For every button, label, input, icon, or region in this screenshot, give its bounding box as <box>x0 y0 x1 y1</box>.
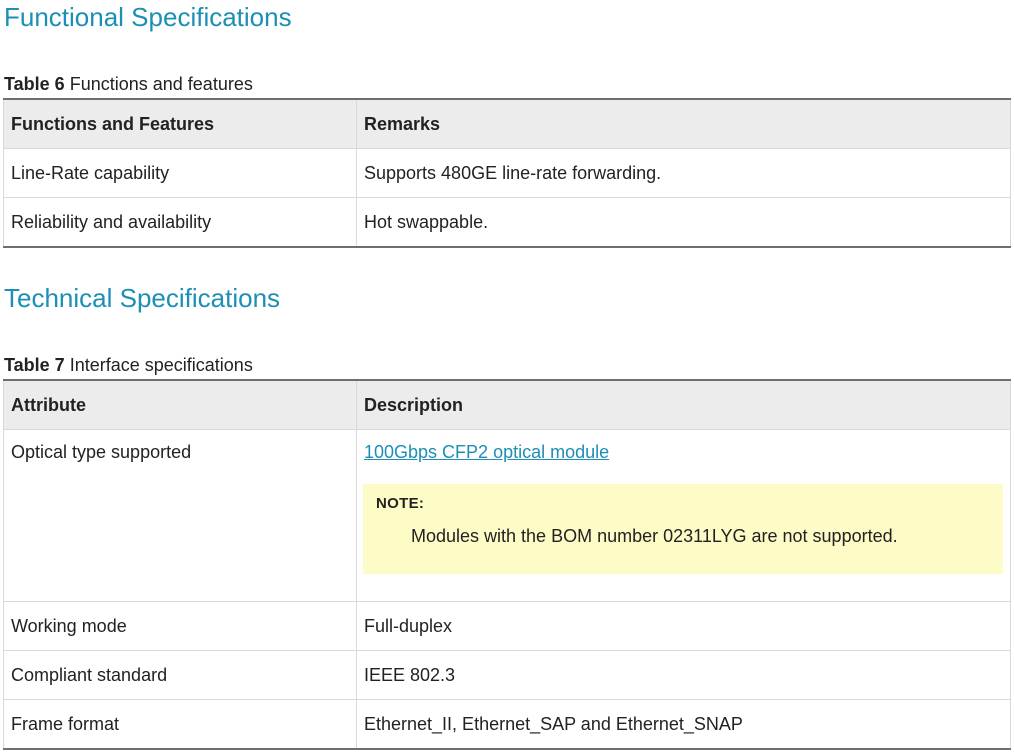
table-caption-number: Table 6 <box>4 74 65 94</box>
column-header: Remarks <box>356 98 1011 149</box>
table-cell: Frame format <box>3 699 357 750</box>
table-caption-number: Table 7 <box>4 355 65 375</box>
optical-module-link[interactable]: 100Gbps CFP2 optical module <box>364 442 609 462</box>
note-text: Modules with the BOM number 02311LYG are… <box>411 526 898 546</box>
functions-table: Functions and Features Remarks Line-Rate… <box>3 98 1011 248</box>
column-header: Description <box>356 379 1011 430</box>
table-row: Working mode Full-duplex <box>3 601 1011 651</box>
table-row: Frame format Ethernet_II, Ethernet_SAP a… <box>3 699 1011 750</box>
table-cell: Working mode <box>3 601 357 651</box>
table-row: Optical type supported 100Gbps CFP2 opti… <box>3 429 1011 602</box>
column-header: Attribute <box>3 379 357 430</box>
table-caption-text: Interface specifications <box>69 355 253 375</box>
table-header-row: Attribute Description <box>3 379 1011 430</box>
table-cell: Reliability and availability <box>3 197 357 248</box>
table-caption-text: Functions and features <box>69 74 253 94</box>
table-cell: Full-duplex <box>356 601 1011 651</box>
table-caption-6: Table 6 Functions and features <box>4 73 253 95</box>
table-cell: Hot swappable. <box>356 197 1011 248</box>
note-label: NOTE: <box>376 495 425 512</box>
table-cell: Supports 480GE line-rate forwarding. <box>356 148 1011 198</box>
table-cell: Line-Rate capability <box>3 148 357 198</box>
column-header: Functions and Features <box>3 98 357 149</box>
table-cell: Compliant standard <box>3 650 357 700</box>
note-box: NOTE: Modules with the BOM number 02311L… <box>363 484 1003 574</box>
document-page: Functional Specifications Table 6 Functi… <box>0 0 1014 755</box>
table-caption-7: Table 7 Interface specifications <box>4 354 253 376</box>
section-title-functional: Functional Specifications <box>4 2 292 32</box>
table-cell: IEEE 802.3 <box>356 650 1011 700</box>
interface-table: Attribute Description Optical type suppo… <box>3 379 1011 750</box>
table-cell: Optical type supported <box>3 429 357 602</box>
table-header-row: Functions and Features Remarks <box>3 98 1011 149</box>
section-title-technical: Technical Specifications <box>4 283 281 313</box>
table-row: Line-Rate capability Supports 480GE line… <box>3 148 1011 198</box>
table-row: Compliant standard IEEE 802.3 <box>3 650 1011 700</box>
table-cell: 100Gbps CFP2 optical module NOTE: Module… <box>356 429 1011 602</box>
table-cell: Ethernet_II, Ethernet_SAP and Ethernet_S… <box>356 699 1011 750</box>
table-row: Reliability and availability Hot swappab… <box>3 197 1011 248</box>
